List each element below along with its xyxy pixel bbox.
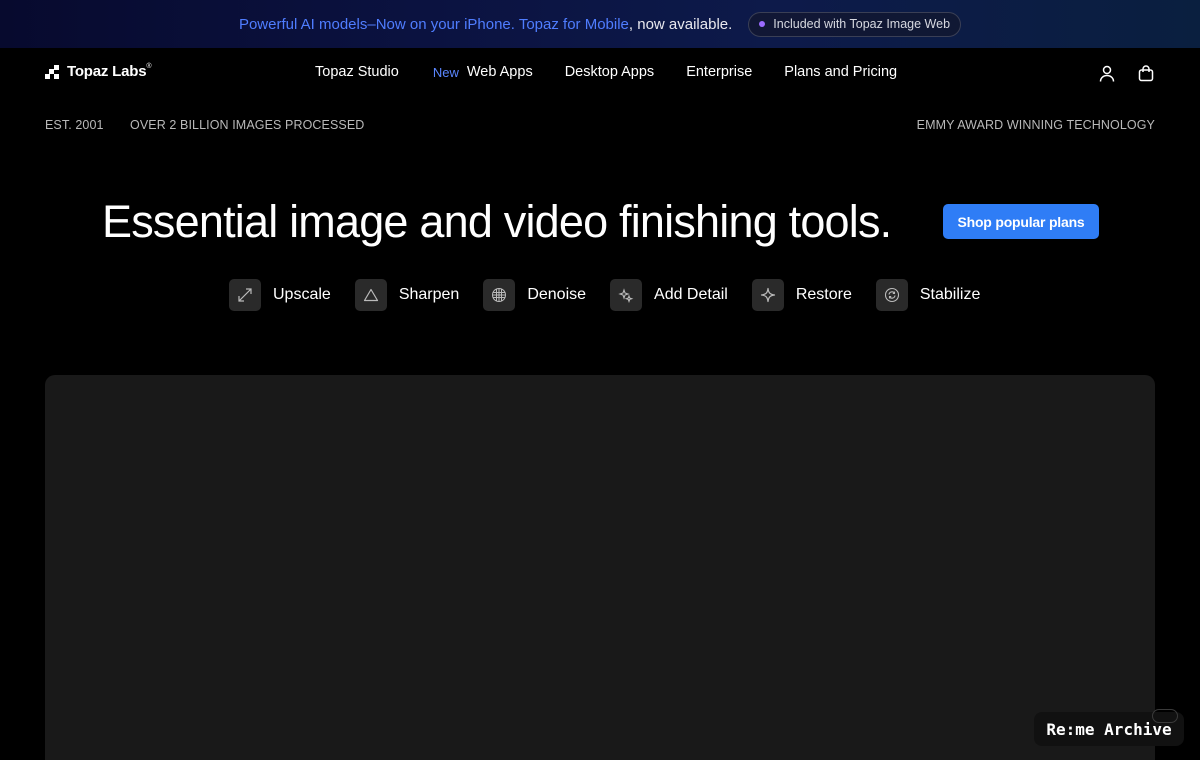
nav-topaz-studio[interactable]: Topaz Studio [315, 64, 399, 80]
new-badge: New [432, 64, 459, 80]
user-icon[interactable] [1096, 62, 1118, 84]
stat-established: EST. 2001 [45, 118, 104, 132]
nav-links: Topaz Studio New Web Apps Desktop Apps E… [315, 64, 897, 80]
four-point-star-icon [751, 279, 784, 311]
tool-upscale[interactable]: Upscale [229, 279, 331, 311]
announcement-pill-label: Included with Topaz Image Web [773, 17, 951, 31]
archive-watermark: Re:me Archive [1034, 709, 1184, 746]
triangle-icon [354, 279, 387, 311]
nav-enterprise[interactable]: Enterprise [686, 64, 752, 80]
grid-circle-icon [483, 279, 516, 311]
shop-popular-plans-button[interactable]: Shop popular plans [943, 204, 1099, 239]
nav-plans-and-pricing[interactable]: Plans and Pricing [784, 64, 897, 80]
tool-label: Sharpen [398, 286, 460, 303]
tool-label: Restore [795, 286, 852, 303]
tool-label: Add Detail [654, 286, 728, 303]
nav-desktop-apps[interactable]: Desktop Apps [565, 64, 654, 80]
announcement-bar: Powerful AI models–Now on your iPhone. T… [0, 0, 1200, 48]
announcement-pill[interactable]: Included with Topaz Image Web [748, 11, 962, 37]
announcement-rest: , now available. [628, 15, 733, 33]
media-panel [45, 375, 1155, 760]
hero-title: Essential image and video finishing tool… [102, 196, 892, 247]
tool-sharpen[interactable]: Sharpen [354, 279, 460, 311]
tool-add-detail[interactable]: Add Detail [610, 279, 728, 311]
topaz-logo-icon [45, 64, 59, 79]
watermark-text: Re:me Archive [1046, 719, 1172, 739]
dot-icon [759, 21, 766, 27]
stabilize-circle-icon [875, 279, 908, 311]
stat-images: OVER 2 BILLION IMAGES PROCESSED [130, 118, 365, 132]
nav-web-apps[interactable]: Web Apps [467, 64, 533, 80]
tool-stabilize[interactable]: Stabilize [875, 279, 981, 311]
tool-label: Upscale [273, 286, 331, 303]
logo[interactable]: Topaz Labs® [45, 63, 152, 80]
tool-restore[interactable]: Restore [751, 279, 852, 311]
stat-award: EMMY AWARD WINNING TECHNOLOGY [916, 118, 1155, 132]
expand-arrows-icon [229, 279, 261, 311]
tool-denoise[interactable]: Denoise [483, 279, 586, 311]
announcement-highlight[interactable]: Powerful AI models–Now on your iPhone. T… [239, 16, 629, 33]
logo-text: Topaz Labs® [67, 63, 152, 80]
shopping-bag-icon[interactable] [1135, 62, 1157, 84]
badge-outline-icon [1152, 709, 1178, 723]
sparkle-dots-icon [610, 279, 643, 311]
tool-label: Denoise [527, 286, 587, 303]
announcement-link[interactable]: Powerful AI models–Now on your iPhone. T… [239, 16, 732, 33]
tool-list: Upscale Sharpen Denoise Add Detail Resto… [229, 279, 1004, 311]
tool-label: Stabilize [919, 286, 981, 303]
main-nav: Topaz Labs® Topaz Studio New Web Apps De… [0, 48, 1200, 98]
